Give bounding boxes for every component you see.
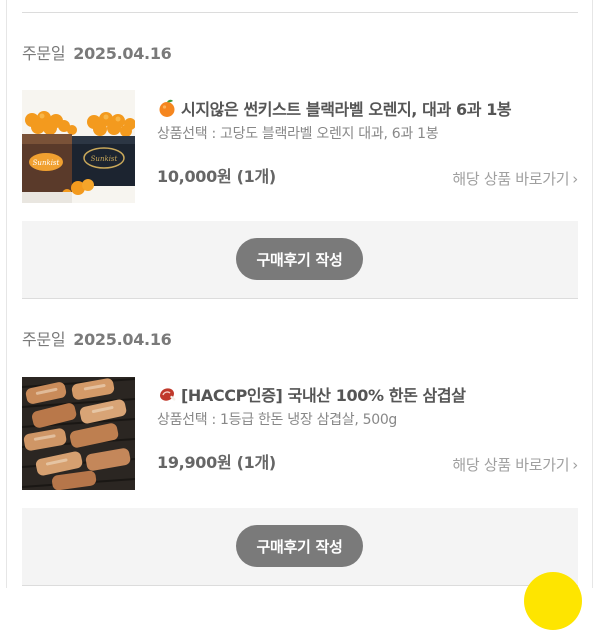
product-name-text: 시지않은 썬키스트 블랙라벨 오렌지, 대과 6과 1봉 [181, 100, 512, 119]
go-to-product-link[interactable]: 해당 상품 바로가기 › [452, 454, 578, 475]
page-edge-left [6, 0, 7, 588]
product-thumbnail[interactable]: Sunkist Sunkist [22, 90, 135, 203]
write-review-button[interactable]: 구매후기 작성 [236, 238, 363, 280]
meat-emoji-icon [157, 384, 177, 404]
top-divider [22, 12, 578, 13]
product-option: 상품선택 : 1등급 한돈 냉장 삼겹살, 500g [157, 412, 398, 428]
review-panel: 구매후기 작성 [22, 508, 578, 585]
write-review-button[interactable]: 구매후기 작성 [236, 525, 363, 567]
floating-action-button[interactable] [524, 572, 582, 630]
chevron-right-icon: › [572, 170, 578, 188]
thumb-box-label-right: Sunkist [91, 155, 118, 163]
product-name-text: [HACCP인증] 국내산 100% 한돈 삼겹살 [181, 386, 466, 405]
order-date-row: 주문일 2025.04.16 [22, 326, 172, 350]
order-date: 2025.04.16 [73, 330, 172, 349]
product-thumbnail[interactable] [22, 377, 135, 490]
page-edge-right [592, 0, 593, 588]
review-panel: 구매후기 작성 [22, 221, 578, 298]
product-option: 상품선택 : 고당도 블랙라벨 오렌지 대과, 6과 1봉 [157, 126, 439, 142]
chevron-right-icon: › [572, 456, 578, 474]
orange-emoji-icon [157, 98, 177, 118]
bottom-divider [22, 585, 578, 586]
thumb-box-label-left: Sunkist [33, 159, 60, 167]
order-date: 2025.04.16 [73, 44, 172, 63]
go-to-product-label: 해당 상품 바로가기 [452, 456, 570, 474]
product-name[interactable]: [HACCP인증] 국내산 100% 한돈 삼겹살 [157, 382, 466, 406]
order-date-row: 주문일 2025.04.16 [22, 40, 172, 64]
order-date-label: 주문일 [22, 330, 66, 349]
product-price: 19,900원 (1개) [157, 453, 276, 472]
order-date-label: 주문일 [22, 44, 66, 63]
go-to-product-link[interactable]: 해당 상품 바로가기 › [452, 168, 578, 189]
go-to-product-label: 해당 상품 바로가기 [452, 170, 570, 188]
order-divider [22, 298, 578, 299]
product-name[interactable]: 시지않은 썬키스트 블랙라벨 오렌지, 대과 6과 1봉 [157, 96, 512, 120]
product-price: 10,000원 (1개) [157, 167, 276, 186]
